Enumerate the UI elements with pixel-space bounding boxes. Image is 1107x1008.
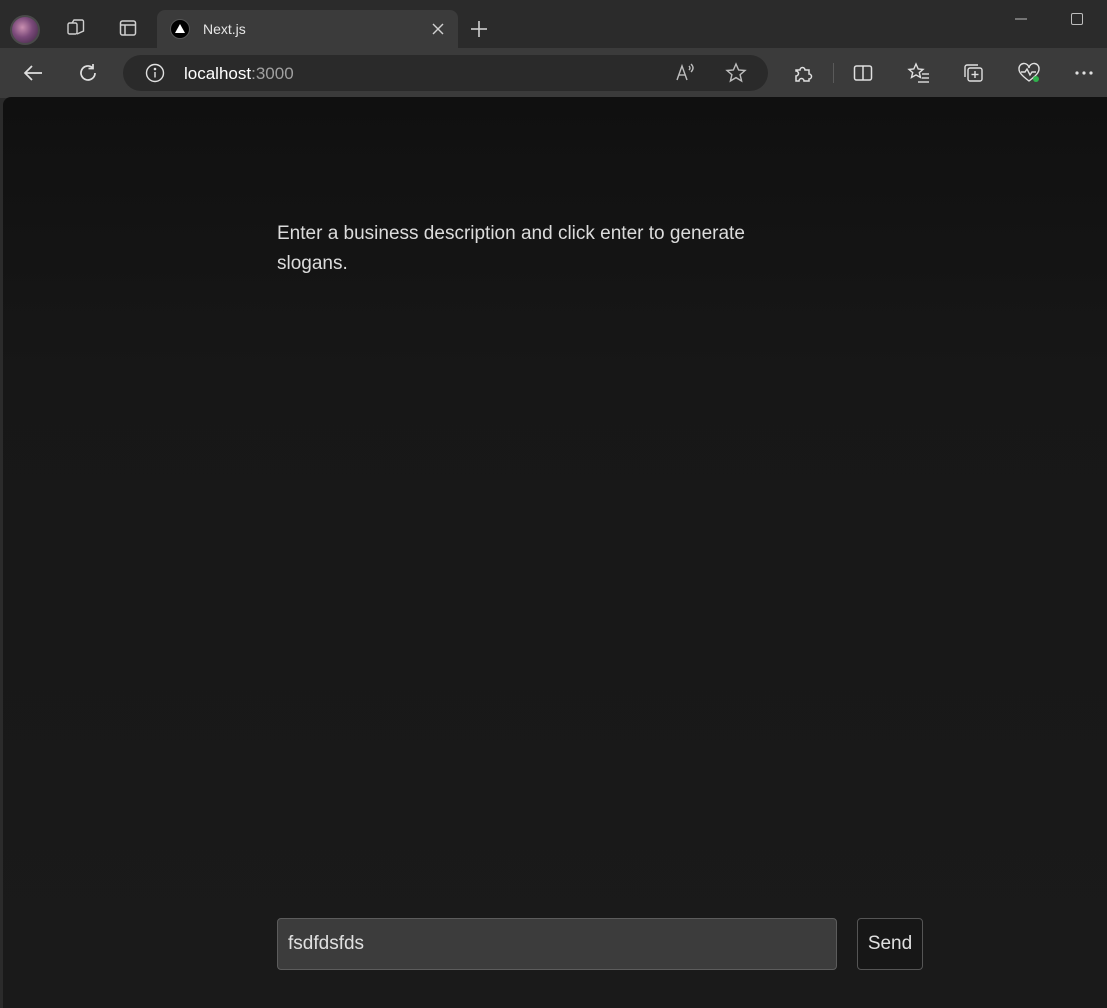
maximize-icon[interactable] <box>1064 6 1090 32</box>
more-icon[interactable] <box>1067 56 1101 90</box>
minimize-icon[interactable] <box>1008 6 1034 32</box>
nextjs-icon <box>170 19 190 39</box>
star-icon[interactable] <box>725 62 747 84</box>
business-description-input[interactable] <box>277 918 837 970</box>
tab-title: Next.js <box>203 21 246 37</box>
url-host: localhost <box>184 64 252 83</box>
browser-toolbar: localhost:3000 <box>0 48 1107 98</box>
address-bar[interactable]: localhost:3000 <box>123 55 768 91</box>
tab-nextjs[interactable]: Next.js <box>157 10 458 48</box>
profile-avatar[interactable] <box>10 15 40 45</box>
url-text: localhost:3000 <box>184 64 294 84</box>
heart-pulse-icon[interactable] <box>1012 56 1046 90</box>
workspaces-icon[interactable] <box>58 10 94 46</box>
page-viewport: Enter a business description and click e… <box>3 97 1107 1008</box>
back-arrow-icon[interactable] <box>16 56 50 90</box>
plus-icon[interactable] <box>462 12 496 46</box>
send-button[interactable]: Send <box>857 918 923 970</box>
puzzle-icon[interactable] <box>786 56 820 90</box>
read-aloud-icon[interactable] <box>674 62 698 84</box>
info-icon[interactable] <box>144 62 166 84</box>
split-screen-icon[interactable] <box>846 56 880 90</box>
favorites-icon[interactable] <box>902 56 936 90</box>
collections-icon[interactable] <box>957 56 991 90</box>
browser-titlebar: Next.js <box>0 0 1107 48</box>
url-port: :3000 <box>251 64 294 83</box>
refresh-icon[interactable] <box>71 56 105 90</box>
toolbar-divider <box>833 63 834 83</box>
close-icon[interactable] <box>428 19 448 39</box>
intro-text: Enter a business description and click e… <box>277 223 745 274</box>
tab-actions-icon[interactable] <box>110 10 146 46</box>
